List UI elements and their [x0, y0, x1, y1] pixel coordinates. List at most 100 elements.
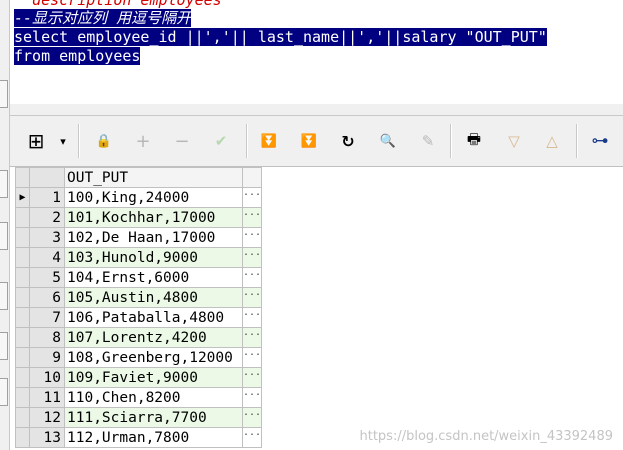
cell-ellipsis-button[interactable]: ...: [241, 227, 263, 248]
cell-ellipsis-button[interactable]: ...: [241, 287, 263, 308]
row-number[interactable]: 2: [29, 207, 65, 228]
cell-ellipsis-button[interactable]: ...: [241, 247, 263, 268]
row-indicator[interactable]: [15, 427, 30, 448]
cell-out-put[interactable]: 111,Sciarra,7700: [64, 407, 243, 428]
table-row[interactable]: 12 111,Sciarra,7700...: [15, 407, 263, 428]
cell-out-put[interactable]: 106,Pataballa,4800: [64, 307, 243, 328]
table-row[interactable]: 9 108,Greenberg,12000...: [15, 347, 263, 368]
check-icon[interactable]: ✔: [209, 129, 233, 153]
table-row[interactable]: 5 104,Ernst,6000...: [15, 267, 263, 288]
sql-editor[interactable]: description employees --显示对应列 用逗号隔开 sele…: [10, 0, 623, 105]
triangle-down-icon[interactable]: ▽: [502, 129, 526, 153]
gutter-tab[interactable]: [0, 170, 8, 198]
row-indicator[interactable]: [15, 347, 30, 368]
table-row[interactable]: 4 103,Hunold,9000...: [15, 247, 263, 268]
result-toolbar: ⊞ ▾ 🔒 + − ✔ ⏬ ⏬ ↻ 🔍 ✎ 🖶 ▽ △ ⊶: [10, 116, 623, 167]
table-row[interactable]: 7 106,Pataballa,4800...: [15, 307, 263, 328]
cell-out-put[interactable]: 102,De Haan,17000: [64, 227, 243, 248]
lock-icon[interactable]: 🔒: [92, 129, 116, 153]
current-row-arrow-icon[interactable]: ▶: [15, 187, 30, 208]
cell-out-put[interactable]: 107,Lorentz,4200: [64, 327, 243, 348]
table-row[interactable]: 10 109,Faviet,9000...: [15, 367, 263, 388]
row-indicator[interactable]: [15, 227, 30, 248]
gutter-tab[interactable]: [0, 332, 8, 360]
row-indicator[interactable]: [15, 207, 30, 228]
cell-out-put[interactable]: 109,Faviet,9000: [64, 367, 243, 388]
row-number[interactable]: 13: [29, 427, 65, 448]
cell-ellipsis-button[interactable]: ...: [241, 327, 263, 348]
refresh-icon[interactable]: ↻: [336, 129, 360, 153]
row-number[interactable]: 7: [29, 307, 65, 328]
toolbar-separator: [576, 124, 578, 158]
toolbar-separator: [450, 124, 452, 158]
table-row[interactable]: 8 107,Lorentz,4200...: [15, 327, 263, 348]
cell-ellipsis-button[interactable]: ...: [241, 207, 263, 228]
cell-out-put[interactable]: 112,Urman,7800: [64, 427, 243, 448]
eraser-icon[interactable]: ✎: [416, 129, 440, 153]
gutter-tab[interactable]: [0, 80, 8, 108]
gutter-tab[interactable]: [0, 222, 8, 250]
watermark: https://blog.csdn.net/weixin_43392489: [359, 429, 613, 444]
splitter[interactable]: [10, 104, 623, 116]
gutter-tab[interactable]: [0, 282, 8, 310]
table-row[interactable]: 11 110,Chen,8200...: [15, 387, 263, 408]
fetch-last-icon[interactable]: ⏬: [297, 129, 321, 153]
cell-ellipsis-button[interactable]: ...: [241, 407, 263, 428]
grid-select-icon[interactable]: ⊞: [24, 129, 48, 153]
fetch-next-icon[interactable]: ⏬: [257, 129, 281, 153]
column-header-spacer: [241, 167, 263, 188]
row-indicator[interactable]: [15, 387, 30, 408]
table-row[interactable]: ▶ 1 100,King,24000...: [15, 187, 263, 208]
row-indicator[interactable]: [15, 267, 30, 288]
gutter-tab[interactable]: [0, 378, 8, 406]
row-number[interactable]: 11: [29, 387, 65, 408]
tree-icon[interactable]: ⊶: [588, 129, 612, 153]
cell-ellipsis-button[interactable]: ...: [241, 387, 263, 408]
cell-ellipsis-button[interactable]: ...: [241, 267, 263, 288]
row-indicator[interactable]: [15, 247, 30, 268]
cell-out-put[interactable]: 104,Ernst,6000: [64, 267, 243, 288]
table-row[interactable]: 2 101,Kochhar,17000...: [15, 207, 263, 228]
row-indicator[interactable]: [15, 287, 30, 308]
row-number[interactable]: 4: [29, 247, 65, 268]
row-indicator[interactable]: [15, 307, 30, 328]
print-icon[interactable]: 🖶: [462, 129, 486, 153]
result-grid: OUT_PUT ▶ 1 100,King,24000... 2 101,Kochhar,…: [15, 167, 263, 448]
cell-ellipsis-button[interactable]: ...: [241, 307, 263, 328]
cell-out-put[interactable]: 101,Kochhar,17000: [64, 207, 243, 228]
cell-out-put[interactable]: 100,King,24000: [64, 187, 243, 208]
row-indicator[interactable]: [15, 327, 30, 348]
cell-ellipsis-button[interactable]: ...: [241, 427, 263, 448]
table-row[interactable]: 6 105,Austin,4800...: [15, 287, 263, 308]
grid-corner[interactable]: [15, 167, 30, 188]
row-number[interactable]: 3: [29, 227, 65, 248]
cell-out-put[interactable]: 108,Greenberg,12000: [64, 347, 243, 368]
cell-out-put[interactable]: 105,Austin,4800: [64, 287, 243, 308]
row-number[interactable]: 12: [29, 407, 65, 428]
row-number[interactable]: 8: [29, 327, 65, 348]
table-row[interactable]: 13 112,Urman,7800...: [15, 427, 263, 448]
column-header-out-put[interactable]: OUT_PUT: [64, 167, 243, 188]
cell-out-put[interactable]: 103,Hunold,9000: [64, 247, 243, 268]
row-number[interactable]: 9: [29, 347, 65, 368]
row-number[interactable]: 10: [29, 367, 65, 388]
editor-line: from employees: [14, 47, 141, 65]
plus-icon[interactable]: +: [131, 129, 155, 153]
cell-out-put[interactable]: 110,Chen,8200: [64, 387, 243, 408]
row-number[interactable]: 1: [29, 187, 65, 208]
left-gutter: [0, 0, 10, 450]
dropdown-arrow-icon[interactable]: ▾: [56, 129, 70, 153]
cell-ellipsis-button[interactable]: ...: [241, 367, 263, 388]
row-number[interactable]: 5: [29, 267, 65, 288]
minus-icon[interactable]: −: [170, 129, 194, 153]
row-indicator[interactable]: [15, 367, 30, 388]
row-indicator[interactable]: [15, 407, 30, 428]
editor-line: --显示对应列 用逗号隔开: [14, 9, 192, 27]
grid-corner[interactable]: [29, 167, 65, 188]
table-row[interactable]: 3 102,De Haan,17000...: [15, 227, 263, 248]
find-icon[interactable]: 🔍: [376, 129, 400, 153]
triangle-up-icon[interactable]: △: [540, 129, 564, 153]
cell-ellipsis-button[interactable]: ...: [241, 187, 263, 208]
row-number[interactable]: 6: [29, 287, 65, 308]
cell-ellipsis-button[interactable]: ...: [241, 347, 263, 368]
